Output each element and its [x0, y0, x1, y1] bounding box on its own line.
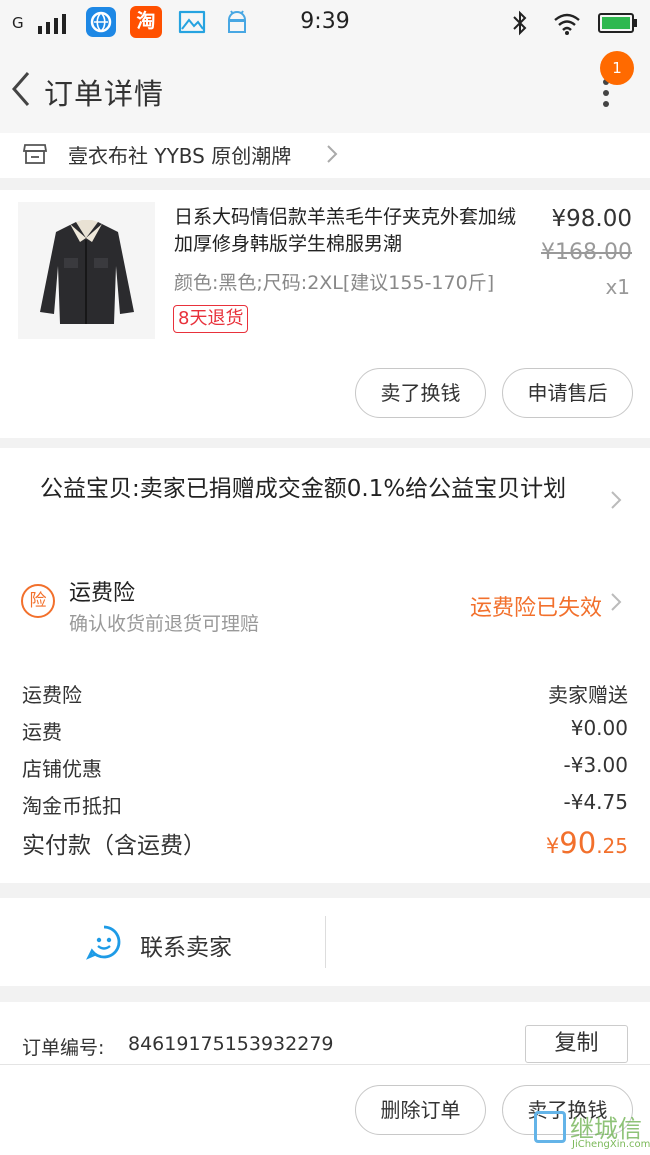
- total-integer: 90: [559, 826, 597, 860]
- order-number-label: 订单编号:: [22, 1037, 105, 1059]
- app-header: 订单详情 1: [0, 45, 650, 133]
- delete-order-button[interactable]: 删除订单: [355, 1085, 486, 1135]
- divider: [325, 916, 326, 968]
- charity-text: 公益宝贝:卖家已捐赠成交金额0.1%给公益宝贝计划: [40, 476, 567, 502]
- fee-value: -¥3.00: [563, 753, 628, 777]
- battery-icon: [598, 13, 637, 33]
- chevron-right-icon: [611, 593, 622, 611]
- fee-value: ¥0.00: [570, 716, 628, 740]
- product-title[interactable]: 日系大码情侣款羊羔毛牛仔夹克外套加绒加厚修身韩版学生棉服男潮: [174, 204, 526, 258]
- product-quantity: x1: [605, 275, 630, 299]
- insurance-title: 运费险: [69, 581, 136, 606]
- order-number-value: 84619175153932279: [128, 1033, 334, 1055]
- fee-row: 运费 ¥0.00: [22, 716, 628, 745]
- order-number-row: 订单编号: 84619175153932279 复制: [0, 1002, 650, 1064]
- notification-badge: 1: [600, 51, 634, 85]
- fee-label: 店铺优惠: [22, 757, 102, 781]
- chat-face-icon[interactable]: [86, 924, 122, 960]
- watermark-subtext: JiChengXin.com: [572, 1139, 650, 1150]
- total-row: 实付款（含运费） ¥90.25: [22, 826, 628, 860]
- insurance-subtitle: 确认收货前退货可理赔: [69, 613, 260, 635]
- fee-label: 淘金币抵扣: [22, 794, 122, 818]
- watermark-logo: 继城信 JiChengXin.com: [532, 1107, 650, 1153]
- fee-value: -¥4.75: [563, 790, 628, 814]
- insurance-status: 运费险已失效: [469, 596, 602, 621]
- contact-bar: 联系卖家: [0, 898, 650, 986]
- fee-label: 运费: [22, 720, 62, 744]
- watermark-box: [534, 1111, 566, 1143]
- back-arrow-icon[interactable]: [6, 69, 36, 109]
- fee-row: 淘金币抵扣 -¥4.75: [22, 790, 628, 819]
- bluetooth-icon: [513, 10, 527, 36]
- return-policy-tag: 8天退货: [173, 305, 249, 333]
- contact-seller-button[interactable]: 联系卖家: [140, 928, 232, 962]
- copy-button[interactable]: 复制: [525, 1025, 628, 1063]
- total-currency: ¥: [545, 834, 560, 858]
- total-value: ¥90.25: [546, 826, 628, 860]
- shop-name: 壹衣布社 YYBS 原创潮牌: [68, 144, 292, 168]
- sell-button[interactable]: 卖了换钱: [355, 368, 486, 418]
- page-title: 订单详情: [44, 77, 165, 111]
- product-card: 日系大码情侣款羊羔毛牛仔夹克外套加绒加厚修身韩版学生棉服男潮 ¥98.00 ¥1…: [0, 190, 650, 438]
- charity-row[interactable]: 公益宝贝:卖家已捐赠成交金额0.1%给公益宝贝计划: [0, 448, 650, 548]
- shop-icon: [22, 144, 48, 164]
- wifi-icon: [554, 13, 580, 35]
- fee-row: 店铺优惠 -¥3.00: [22, 753, 628, 782]
- fee-summary: 运费险 卖家赠送 运费 ¥0.00 店铺优惠 -¥3.00 淘金币抵扣 -¥4.…: [0, 648, 650, 883]
- product-spec: 颜色:黑色;尺码:2XL[建议155-170斤]: [174, 272, 495, 294]
- fee-label: 运费险: [22, 683, 82, 707]
- total-decimal: .25: [596, 834, 628, 858]
- chevron-right-icon: [611, 491, 622, 509]
- status-bar: G 淘 9:39: [0, 0, 650, 45]
- product-image[interactable]: [18, 202, 155, 339]
- insurance-icon: 险: [21, 584, 55, 618]
- chevron-right-icon: [327, 145, 338, 163]
- shop-row[interactable]: 壹衣布社 YYBS 原创潮牌: [0, 133, 650, 178]
- shipping-insurance-row[interactable]: 险 运费险 确认收货前退货可理赔 运费险已失效: [0, 548, 650, 648]
- product-original-price: ¥168.00: [541, 240, 632, 265]
- after-sale-button[interactable]: 申请售后: [502, 368, 633, 418]
- total-label: 实付款（含运费）: [22, 833, 206, 859]
- fee-row: 运费险 卖家赠送: [22, 679, 628, 708]
- fee-value: 卖家赠送: [548, 683, 628, 707]
- product-price: ¥98.00: [551, 206, 632, 232]
